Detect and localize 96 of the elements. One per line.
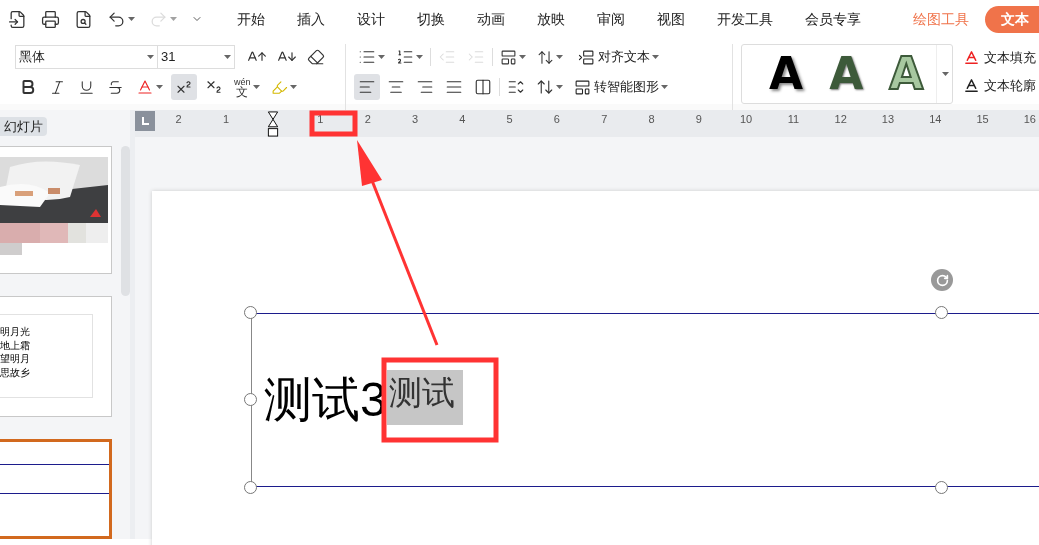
align-left-button[interactable] xyxy=(354,74,380,100)
caret-icon xyxy=(170,17,177,21)
align-justify-icon xyxy=(445,78,463,96)
caret-icon xyxy=(147,55,154,59)
underline-icon xyxy=(78,78,95,96)
ruler-number: 11 xyxy=(786,112,801,127)
italic-icon xyxy=(49,78,66,96)
paragraph-spacing-icon xyxy=(536,78,554,96)
ruler-number: 1 xyxy=(316,112,325,127)
ribbon-tab[interactable]: 开发工具 xyxy=(701,8,789,30)
ruler-number: 16 xyxy=(1022,112,1037,127)
ruler-number: 9 xyxy=(694,112,703,127)
ribbon-tab[interactable]: 会员专享 xyxy=(789,8,877,30)
poem-line: 地上霜 xyxy=(0,338,31,352)
pinyin-button[interactable]: wén 文 xyxy=(231,77,263,97)
font-size-field[interactable]: 31 xyxy=(158,45,235,69)
slide-thumbnail[interactable]: 明月光 地上霜 望明月 思故乡 xyxy=(0,296,112,417)
caret-icon xyxy=(652,55,659,59)
smartart-icon xyxy=(574,78,591,96)
resize-handle[interactable] xyxy=(935,306,948,319)
ribbon-tab[interactable]: 放映 xyxy=(521,8,581,30)
poem-line: 明月光 xyxy=(0,325,31,339)
ruler-number: 5 xyxy=(505,112,514,127)
superscript-button[interactable] xyxy=(171,74,197,100)
ruler-number: 14 xyxy=(928,112,943,127)
highlight-frame xyxy=(309,110,358,137)
ribbon-tab[interactable]: 开始 xyxy=(221,8,281,30)
slide-text: 测试 xyxy=(386,370,463,425)
ruler-number: 7 xyxy=(600,112,609,127)
caret-icon xyxy=(378,55,385,59)
strikethrough-icon xyxy=(107,78,124,96)
caret-icon xyxy=(661,85,668,89)
poem-line: 思故乡 xyxy=(0,365,31,379)
slide-thumbnail[interactable] xyxy=(0,146,112,274)
ruler-number: 12 xyxy=(833,112,848,127)
bullet-list-icon xyxy=(358,48,376,66)
poem-line: 望明月 xyxy=(0,352,31,366)
ruler-number: 3 xyxy=(410,112,420,127)
text-fill-icon xyxy=(963,49,980,67)
align-text-button[interactable]: 对齐文本 xyxy=(578,47,659,67)
numbered-list-icon xyxy=(396,48,414,66)
ruler-number: 13 xyxy=(880,112,896,127)
clear-format-icon xyxy=(307,48,325,66)
highlighter-icon xyxy=(270,78,288,96)
text-style-option[interactable]: A xyxy=(816,52,877,96)
align-left-icon xyxy=(358,78,376,96)
caret-icon xyxy=(252,85,260,89)
text-direction-icon xyxy=(500,48,517,66)
ruler-number: 6 xyxy=(552,112,561,127)
ruler-number: 1 xyxy=(221,112,230,127)
caret-icon xyxy=(289,85,297,89)
resize-handle[interactable] xyxy=(935,481,948,494)
line-spacing-icon xyxy=(507,78,525,96)
align-distributed-icon xyxy=(474,78,492,96)
font-color-icon xyxy=(136,78,154,96)
ruler-number: 10 xyxy=(738,112,754,127)
ruler-number: 15 xyxy=(975,112,990,127)
align-right-icon xyxy=(416,78,434,96)
caret-icon xyxy=(156,85,163,89)
ruler-number: 4 xyxy=(458,112,467,127)
resize-handle[interactable] xyxy=(244,481,257,494)
resize-handle[interactable] xyxy=(244,306,257,319)
ruler-number: 2 xyxy=(174,112,183,127)
ribbon-tab[interactable]: 设计 xyxy=(341,8,401,30)
ruler-number: 8 xyxy=(647,112,656,127)
caret-icon xyxy=(556,85,563,89)
caret-icon xyxy=(128,17,135,21)
caret-icon xyxy=(224,55,231,59)
ruler-number: 2 xyxy=(363,112,372,127)
caret-icon xyxy=(556,55,563,59)
ribbon-tab[interactable]: 插入 xyxy=(281,8,341,30)
smartart-button[interactable]: 转智能图形 xyxy=(574,77,668,97)
text-style-option[interactable]: A xyxy=(756,52,817,96)
resize-handle[interactable] xyxy=(244,393,257,406)
subscript-icon xyxy=(205,78,223,96)
slide-thumbnail[interactable] xyxy=(0,439,112,539)
ribbon-tab[interactable]: 切换 xyxy=(401,8,461,30)
text-outline-icon xyxy=(963,76,980,94)
indent-marker-icon[interactable] xyxy=(267,111,280,137)
caret-icon xyxy=(416,55,423,59)
superscript-icon xyxy=(175,78,193,96)
slides-tab[interactable]: 幻灯片 xyxy=(0,116,47,136)
font-name-field[interactable]: 黑体 xyxy=(15,45,158,69)
ruler[interactable]: 2 1 1 2 3 4 5 6 7 8 9 10 11 12 13 14 15 16 xyxy=(135,110,1039,137)
sort-icon xyxy=(537,48,554,66)
ribbon-tab[interactable]: 视图 xyxy=(641,8,701,30)
ribbon-tab[interactable]: 审阅 xyxy=(581,8,641,30)
align-center-icon xyxy=(387,78,405,96)
align-text-icon xyxy=(578,48,595,66)
text-outline-button[interactable]: 文本轮廓 xyxy=(963,75,1036,95)
ribbon-tab[interactable]: 动画 xyxy=(461,8,521,30)
caret-icon xyxy=(942,72,950,76)
rotate-handle[interactable] xyxy=(931,269,953,291)
tab-stop-icon[interactable] xyxy=(135,111,155,131)
caret-icon xyxy=(519,55,526,59)
text-fill-button[interactable]: 文本填充 xyxy=(963,48,1036,68)
